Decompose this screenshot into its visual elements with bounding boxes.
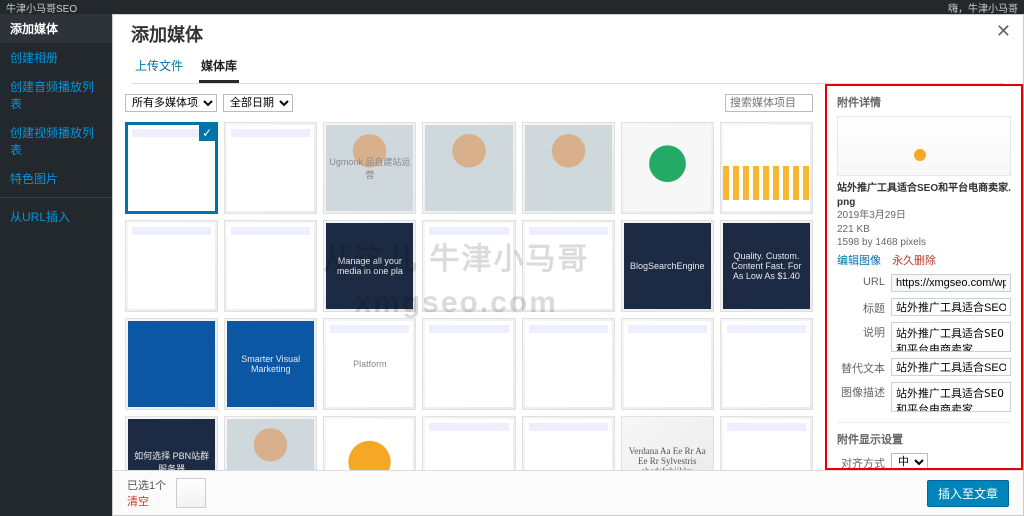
alt-input[interactable] — [891, 358, 1011, 376]
attachment-thumb[interactable]: Quality. Custom. Content Fast. For As Lo… — [720, 220, 813, 312]
attachment-thumb[interactable] — [522, 318, 615, 410]
title-input[interactable] — [891, 298, 1011, 316]
attachment-thumb[interactable]: BlogSearchEngine — [621, 220, 714, 312]
attachment-thumb[interactable] — [125, 318, 218, 410]
menu-add-media[interactable]: 添加媒体 — [0, 14, 112, 43]
menu-insert-from-url[interactable]: 从URL插入 — [0, 202, 112, 231]
attachment-details-panel: 附件详情 站外推广工具适合SEO和平台电商卖家.png 2019年3月29日 2… — [825, 84, 1023, 470]
url-label: URL — [837, 274, 885, 288]
selection-thumb[interactable] — [176, 478, 206, 508]
attachment-thumb[interactable] — [720, 416, 813, 470]
clear-selection-link[interactable]: 清空 — [127, 493, 166, 509]
caption-label: 说明 — [837, 322, 885, 340]
display-settings-heading: 附件显示设置 — [837, 431, 1011, 447]
align-label: 对齐方式 — [837, 453, 885, 471]
attachment-thumb[interactable] — [125, 122, 218, 214]
attachment-preview[interactable] — [837, 116, 1011, 176]
attachment-dimensions: 1598 by 1468 pixels — [837, 236, 1011, 250]
selected-count: 已选1个 — [127, 477, 166, 493]
attachment-thumb[interactable] — [224, 220, 317, 312]
attachment-thumb[interactable] — [522, 220, 615, 312]
edit-image-link[interactable]: 编辑图像 — [837, 255, 881, 267]
filter-type-select[interactable]: 所有多媒体项 — [125, 94, 217, 112]
align-select[interactable]: 中 — [891, 453, 928, 471]
title-label: 标题 — [837, 298, 885, 316]
attachment-thumb[interactable] — [422, 122, 515, 214]
modal-title: 添加媒体 — [131, 21, 1005, 47]
admin-bar: 牛津小马哥SEO 嗨，牛津小马哥 — [0, 0, 1024, 14]
attachment-thumb[interactable] — [224, 416, 317, 470]
description-label: 图像描述 — [837, 382, 885, 400]
attachment-thumb[interactable]: Verdana Aa Ee Rr Aa Ee Rr Sylvestris abc… — [621, 416, 714, 470]
url-input[interactable] — [891, 274, 1011, 292]
menu-featured-image[interactable]: 特色图片 — [0, 164, 112, 193]
attachment-thumb[interactable] — [720, 122, 813, 214]
attachment-thumb[interactable] — [422, 318, 515, 410]
menu-create-audio-playlist[interactable]: 创建音频播放列表 — [0, 72, 112, 118]
media-frame-menu: 添加媒体 创建相册 创建音频播放列表 创建视频播放列表 特色图片 从URL插入 — [0, 14, 112, 516]
attachment-thumb[interactable]: Platform — [323, 318, 416, 410]
attachment-thumb[interactable] — [621, 122, 714, 214]
attachment-thumb[interactable] — [720, 318, 813, 410]
attachment-thumb[interactable]: Manage all your media in one pla — [323, 220, 416, 312]
menu-create-video-playlist[interactable]: 创建视频播放列表 — [0, 118, 112, 164]
attachment-thumb[interactable] — [522, 416, 615, 470]
attachment-thumb[interactable] — [323, 416, 416, 470]
attachment-thumb[interactable] — [224, 122, 317, 214]
attachment-filesize: 221 KB — [837, 223, 1011, 237]
filter-date-select[interactable]: 全部日期 — [223, 94, 293, 112]
selection-info: 已选1个 清空 — [127, 477, 206, 509]
caption-input[interactable]: 站外推广工具适合SEO和平台电商卖家 — [891, 322, 1011, 352]
howdy: 嗨，牛津小马哥 — [948, 0, 1018, 15]
alt-label: 替代文本 — [837, 358, 885, 376]
attachment-thumb[interactable] — [422, 416, 515, 470]
description-input[interactable]: 站外推广工具适合SEO和平台电商卖家 — [891, 382, 1011, 412]
details-heading: 附件详情 — [837, 94, 1011, 110]
attachment-thumb[interactable] — [621, 318, 714, 410]
menu-create-gallery[interactable]: 创建相册 — [0, 43, 112, 72]
insert-button[interactable]: 插入至文章 — [927, 480, 1009, 507]
delete-attachment-link[interactable]: 永久删除 — [892, 255, 936, 267]
attachment-thumb[interactable] — [522, 122, 615, 214]
attachment-thumb[interactable] — [125, 220, 218, 312]
tab-upload[interactable]: 上传文件 — [133, 53, 185, 83]
media-tabs: 上传文件 媒体库 — [131, 53, 1005, 84]
attachment-filename: 站外推广工具适合SEO和平台电商卖家.png — [837, 182, 1011, 209]
attachment-date: 2019年3月29日 — [837, 209, 1011, 223]
attachment-thumb[interactable]: Smarter Visual Marketing — [224, 318, 317, 410]
search-input[interactable] — [725, 94, 813, 112]
media-modal: ✕ 添加媒体 上传文件 媒体库 所有多媒体项 全部日期 — [112, 14, 1024, 516]
attachments-grid: Ugmonk 品自建站运营Manage all your media in on… — [125, 122, 813, 470]
close-icon[interactable]: ✕ — [996, 21, 1011, 42]
attachment-thumb[interactable]: 如何选择 PBN站群 服务器 — [125, 416, 218, 470]
attachment-thumb[interactable] — [422, 220, 515, 312]
site-name: 牛津小马哥SEO — [6, 0, 77, 15]
attachment-thumb[interactable]: Ugmonk 品自建站运营 — [323, 122, 416, 214]
tab-library[interactable]: 媒体库 — [199, 53, 239, 83]
